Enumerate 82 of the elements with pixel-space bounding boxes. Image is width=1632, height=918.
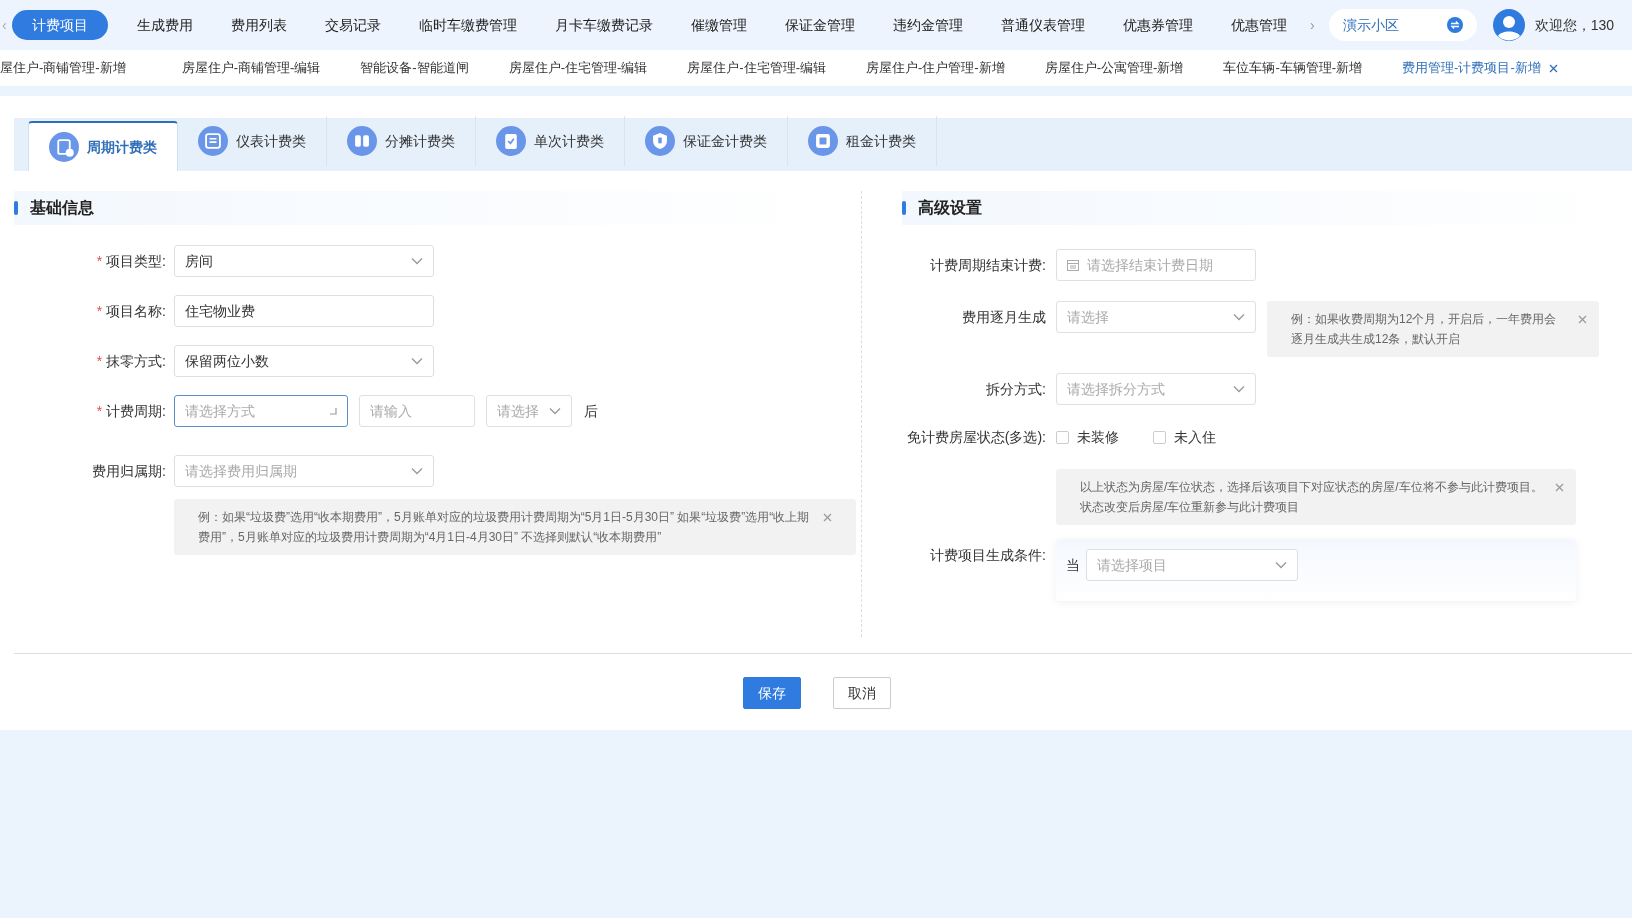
checkbox[interactable] xyxy=(1056,430,1069,444)
nav-tab[interactable]: 交易记录 xyxy=(306,10,400,40)
switch-icon[interactable] xyxy=(1446,17,1463,33)
chevron-down-icon xyxy=(1233,313,1245,321)
accent-bar xyxy=(14,201,18,215)
suffix-text: 后 xyxy=(584,401,598,421)
split-icon xyxy=(347,126,377,156)
nav-tab[interactable]: 费用列表 xyxy=(212,10,306,40)
calendar-icon xyxy=(1067,259,1079,271)
monitor-icon xyxy=(198,126,228,156)
select-field[interactable]: 保留两位小数 xyxy=(174,345,434,377)
category-tab[interactable]: 仪表计费类 xyxy=(178,116,327,166)
close-icon[interactable] xyxy=(823,513,832,522)
cancel-button[interactable]: 取消 xyxy=(833,677,891,709)
checkbox-option[interactable]: 未入住 xyxy=(1153,426,1216,448)
input-field[interactable]: 住宅物业费 xyxy=(174,295,434,327)
nav-tab[interactable]: 优惠管理 xyxy=(1212,10,1306,40)
page-tag[interactable]: 房屋住户-住宅管理-编辑 xyxy=(488,50,668,86)
nav-tab[interactable]: 生成费用 xyxy=(118,10,212,40)
hint-text: 以上状态为房屋/车位状态，选择后该项目下对应状态的房屋/车位将不参与此计费项目。状态改变后房屋/车位重新参与此计费项目 xyxy=(1080,479,1544,516)
welcome-text: 欢迎您，130 xyxy=(1534,15,1615,35)
chevron-down-icon xyxy=(549,407,561,415)
field-label: 抹零方式: xyxy=(106,351,166,371)
field-label: 拆分方式: xyxy=(985,380,1047,399)
field-label: 项目类型: xyxy=(106,251,166,271)
section-title: 高级设置 xyxy=(918,198,982,218)
field-label: 计费周期: xyxy=(106,401,166,421)
required-asterisk: * xyxy=(96,251,103,271)
chevron-down-icon xyxy=(411,467,423,475)
save-button[interactable]: 保存 xyxy=(743,677,801,709)
close-icon[interactable] xyxy=(1555,483,1564,492)
page-tag[interactable]: 车位车辆-车辆管理-新增 xyxy=(1203,50,1383,86)
caret-icon xyxy=(329,407,337,415)
category-tab[interactable]: 分摊计费类 xyxy=(327,116,476,166)
close-icon[interactable] xyxy=(1548,63,1558,73)
page-tag[interactable]: 房屋住户-商铺管理-编辑 xyxy=(161,50,341,86)
category-tab[interactable]: 保证金计费类 xyxy=(625,116,788,166)
page-tag[interactable]: 费用管理-计费项目-新增 xyxy=(1382,50,1578,86)
page-tag[interactable]: 智能设备-智能道闸 xyxy=(340,50,489,86)
nav-tab[interactable]: 催缴管理 xyxy=(672,10,766,40)
hint-text: 例：如果收费周期为12个月，开启后，一年费用会逐月生成共生成12条，默认开启 xyxy=(1291,311,1558,348)
checkbox-option[interactable]: 未装修 xyxy=(1056,426,1119,448)
checkbox[interactable] xyxy=(1153,430,1166,444)
field-label: 费用归属期: xyxy=(92,461,166,481)
clipboard-check-icon xyxy=(496,126,526,156)
avatar-icon[interactable] xyxy=(1492,9,1525,41)
nav-tab[interactable]: 临时车缴费管理 xyxy=(400,10,536,40)
accent-bar xyxy=(902,201,906,215)
nav-tab[interactable]: 计费项目 xyxy=(12,10,108,40)
category-tab[interactable]: 租金计费类 xyxy=(788,116,937,166)
chevron-down-icon xyxy=(1275,561,1287,569)
chevron-down-icon xyxy=(411,257,423,265)
select-field[interactable]: 房间 xyxy=(174,245,434,277)
close-icon[interactable] xyxy=(1578,315,1587,324)
community-selector[interactable]: 演示小区 xyxy=(1328,9,1477,41)
field-label: 免计费房屋状态(多选): xyxy=(905,428,1047,447)
page-tag[interactable]: 屋住户-商铺管理-新增 xyxy=(0,50,162,86)
page-tag[interactable]: 房屋住户-公寓管理-新增 xyxy=(1024,50,1204,86)
section-title: 基础信息 xyxy=(30,198,94,218)
nav-tab[interactable]: 保证金管理 xyxy=(766,10,874,40)
shield-icon xyxy=(645,126,675,156)
required-asterisk: * xyxy=(96,301,103,321)
hint-text: 例：如果“垃圾费”选用“收本期费用”，5月账单对应的垃圾费用计费周期为“5月1日-5月30日” 如果“垃圾费”选用“收上期费用”，5月账单对应的垃圾费用计费周期为“4月1日-4月30日” 不选择则默认“收本期费用” xyxy=(198,509,811,546)
chevron-down-icon xyxy=(1233,385,1245,393)
nav-tab[interactable]: 月卡车缴费记录 xyxy=(536,10,672,40)
field-label: 计费周期结束计费: xyxy=(929,256,1047,275)
nav-tab[interactable]: 违约金管理 xyxy=(874,10,982,40)
field-label: 项目名称: xyxy=(106,301,166,321)
page-tag[interactable]: 房屋住户-住宅管理-编辑 xyxy=(667,50,847,86)
category-tab[interactable]: 周期计费类 xyxy=(28,121,178,171)
document-clock-icon xyxy=(49,132,79,162)
nav-tab[interactable]: 普通仪表管理 xyxy=(982,10,1104,40)
page-tag[interactable]: 房屋住户-住户管理-新增 xyxy=(846,50,1025,86)
nav-tab[interactable]: 优惠券管理 xyxy=(1104,10,1212,40)
required-asterisk: * xyxy=(96,351,103,371)
required-asterisk: * xyxy=(96,401,103,421)
chevron-down-icon xyxy=(411,357,423,365)
community-name: 演示小区 xyxy=(1342,15,1399,35)
field-label: 计费项目生成条件: xyxy=(929,546,1047,565)
field-label: 费用逐月生成 xyxy=(961,308,1047,327)
category-tab[interactable]: 单次计费类 xyxy=(476,116,625,166)
condition-prefix: 当 xyxy=(1066,556,1080,575)
